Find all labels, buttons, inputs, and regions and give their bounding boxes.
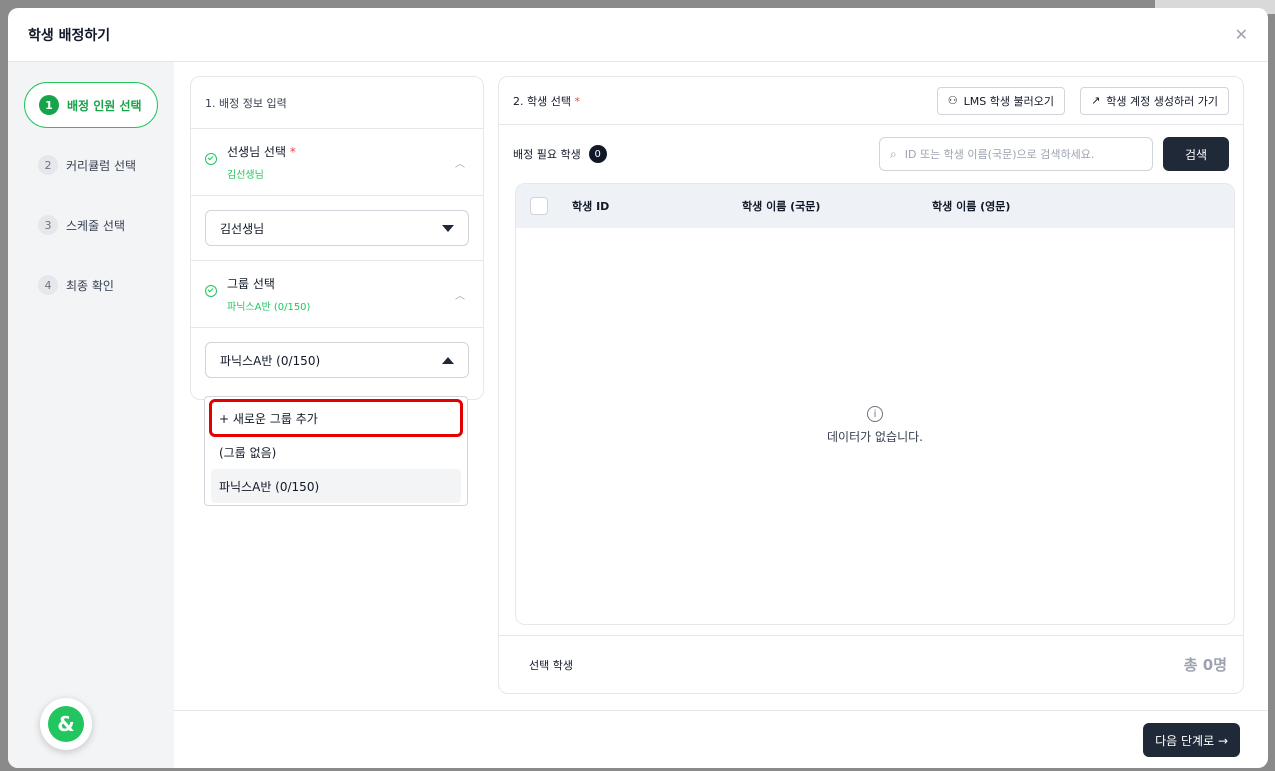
step-label: 배정 인원 선택	[67, 98, 142, 113]
step-2[interactable]: 2 커리큘럼 선택	[24, 142, 158, 188]
search-input[interactable]: ⌕ ID 또는 학생 이름(국문)으로 검색하세요.	[879, 137, 1153, 171]
selected-label: 선택 학생	[529, 658, 573, 672]
step-number: 1	[39, 95, 59, 115]
search-placeholder: ID 또는 학생 이름(국문)으로 검색하세요.	[904, 148, 1095, 161]
step-1[interactable]: 1 배정 인원 선택	[24, 82, 158, 128]
col-name-en: 학생 이름 (영문)	[932, 200, 1011, 213]
col-name-kr: 학생 이름 (국문)	[742, 200, 821, 213]
student-select-panel: 2. 학생 선택 * ⚇ LMS 학생 불러오기 ↗ 학생 계정 생성하러 가기…	[498, 76, 1244, 694]
check-circle-icon	[205, 153, 217, 165]
step-number: 4	[38, 275, 58, 295]
info-icon: i	[867, 406, 883, 422]
required-mark: *	[289, 145, 296, 159]
assign-students-modal: 학생 배정하기 ✕ 1 배정 인원 선택 2 커리큘럼 선택 3 스케줄 선택 …	[8, 8, 1268, 768]
step-sidebar: 1 배정 인원 선택 2 커리큘럼 선택 3 스케줄 선택 4 최종 확인 &	[8, 62, 174, 768]
panel-title: 1. 배정 정보 입력	[191, 77, 483, 129]
empty-state: i 데이터가 없습니다.	[516, 406, 1234, 445]
chevron-up-icon[interactable]: ︿	[455, 287, 465, 302]
search-button[interactable]: 검색	[1163, 137, 1229, 171]
select-all-checkbox[interactable]	[530, 197, 548, 215]
need-students-label: 배정 필요 학생	[513, 148, 581, 161]
teacher-select[interactable]: 김선생님	[205, 210, 469, 246]
count-badge: 0	[588, 145, 607, 163]
selected-total: 총 0명	[1183, 656, 1227, 674]
close-icon[interactable]: ✕	[1235, 25, 1248, 44]
group-dropdown-menu: + 새로운 그룹 추가 (그룹 없음) 파닉스A반 (0/150)	[204, 396, 468, 506]
group-section-title: 그룹 선택	[227, 277, 275, 291]
teacher-section-header[interactable]: 선생님 선택 * 김선생님 ︿	[191, 129, 483, 196]
table-header: 학생 ID 학생 이름 (국문) 학생 이름 (영문)	[516, 184, 1234, 228]
teacher-selected-value: 김선생님	[227, 170, 264, 181]
step-label: 커리큘럼 선택	[66, 158, 137, 173]
required-mark: *	[574, 94, 580, 108]
arrow-up-right-icon: ↗	[1091, 94, 1101, 107]
step-3[interactable]: 3 스케줄 선택	[24, 202, 158, 248]
modal-title: 학생 배정하기	[28, 27, 111, 44]
panel-title: 2. 학생 선택	[513, 94, 571, 108]
step-number: 2	[38, 155, 58, 175]
teacher-section-title: 선생님 선택	[227, 145, 287, 159]
step-label: 스케줄 선택	[66, 218, 126, 233]
step-label: 최종 확인	[66, 278, 114, 293]
add-new-group-option[interactable]: + 새로운 그룹 추가	[209, 399, 463, 437]
group-selected-value: 파닉스A반 (0/150)	[227, 302, 311, 313]
create-account-button[interactable]: ↗ 학생 계정 생성하러 가기	[1080, 86, 1229, 115]
check-circle-icon	[205, 285, 217, 297]
ampersand-icon: &	[48, 706, 84, 742]
chevron-up-icon[interactable]: ︿	[455, 155, 465, 170]
lms-import-button[interactable]: ⚇ LMS 학생 불러오기	[936, 86, 1065, 115]
chat-fab-button[interactable]: &	[40, 698, 92, 750]
next-step-button[interactable]: 다음 단계로 →	[1143, 723, 1240, 757]
caret-up-icon	[442, 356, 454, 364]
lms-import-label: LMS 학생 불러오기	[963, 94, 1054, 108]
step-4[interactable]: 4 최종 확인	[24, 262, 158, 308]
step-number: 3	[38, 215, 58, 235]
no-group-option[interactable]: (그룹 없음)	[211, 435, 461, 469]
student-table: 학생 ID 학생 이름 (국문) 학생 이름 (영문) i 데이터가 없습니다.	[515, 183, 1235, 625]
empty-text: 데이터가 없습니다.	[827, 430, 923, 444]
teacher-select-value: 김선생님	[220, 221, 265, 236]
selected-footer: 선택 학생 총 0명	[499, 635, 1243, 693]
modal-header: 학생 배정하기 ✕	[8, 8, 1268, 62]
group-select-value: 파닉스A반 (0/150)	[220, 353, 321, 368]
create-account-label: 학생 계정 생성하러 가기	[1106, 94, 1218, 108]
group-section-header[interactable]: 그룹 선택 파닉스A반 (0/150) ︿	[191, 261, 483, 328]
phonics-a-option[interactable]: 파닉스A반 (0/150)	[211, 469, 461, 503]
assignment-info-panel: 1. 배정 정보 입력 선생님 선택 * 김선생님 ︿ 김선생님 그룹 선택 파…	[190, 76, 484, 400]
users-icon: ⚇	[947, 94, 958, 107]
col-student-id: 학생 ID	[572, 200, 610, 213]
modal-footer: 다음 단계로 →	[174, 710, 1268, 768]
caret-down-icon	[442, 224, 454, 232]
search-icon: ⌕	[890, 146, 897, 161]
group-select[interactable]: 파닉스A반 (0/150)	[205, 342, 469, 378]
